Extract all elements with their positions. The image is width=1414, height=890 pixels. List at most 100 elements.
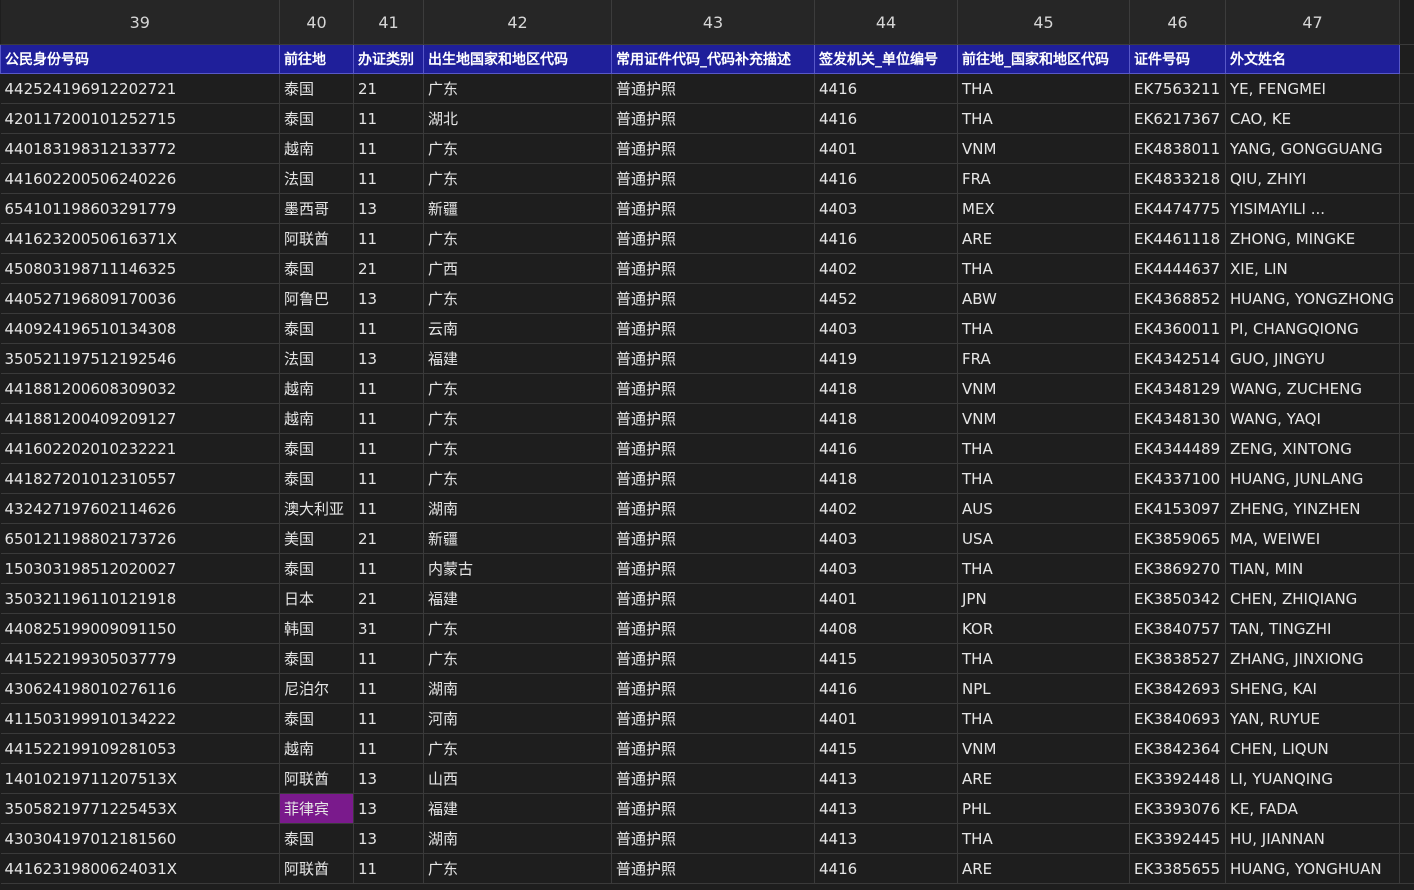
table-cell[interactable]: 440527196809170036 [0,283,280,314]
table-cell[interactable]: 4401 [814,703,958,734]
table-cell[interactable]: 11 [353,163,424,194]
table-cell[interactable]: 4419 [814,343,958,374]
table-cell[interactable]: 泰国 [279,253,354,284]
table-cell[interactable]: 350321196110121918 [0,583,280,614]
table-cell[interactable]: MEX [957,193,1130,224]
table-cell[interactable]: EK6217367 [1129,103,1226,134]
table-cell[interactable]: HUANG, YONGHUAN [1225,853,1400,884]
table-cell[interactable]: THA [957,643,1130,674]
table-cell[interactable]: VNM [957,133,1130,164]
table-cell[interactable]: TIAN, MIN [1225,553,1400,584]
table-cell[interactable]: 新疆 [423,523,612,554]
table-row[interactable]: 432427197602114626 澳大利亚 11 湖南 普通护照 4402 AUS EK4… [0,493,1414,524]
table-cell[interactable]: 4416 [814,853,958,884]
table-cell[interactable]: KOR [957,613,1130,644]
table-cell[interactable]: 内蒙古 [423,553,612,584]
table-cell[interactable]: 广东 [423,163,612,194]
table-cell[interactable]: YAN, RUYUE [1225,703,1400,734]
table-cell[interactable]: ZHANG, JINXIONG [1225,643,1400,674]
table-cell[interactable]: 4416 [814,103,958,134]
column-header[interactable]: 签发机关_单位编号 [814,44,958,74]
table-cell[interactable]: KE, FADA [1225,793,1400,824]
table-cell[interactable]: 泰国 [279,553,354,584]
table-cell[interactable]: 441827201012310557 [0,463,280,494]
table-cell[interactable]: 普通护照 [611,283,815,314]
table-cell[interactable]: 澳大利亚 [279,493,354,524]
table-row[interactable]: 350521197512192546 法国 13 福建 普通护照 4419 FRA EK434… [0,343,1414,374]
column-number[interactable]: 43 [611,0,815,45]
table-cell[interactable]: 21 [353,523,424,554]
table-cell[interactable]: 越南 [279,373,354,404]
table-cell[interactable]: 山西 [423,763,612,794]
table-row[interactable]: 150303198512020027 泰国 11 内蒙古 普通护照 4403 THA EK38… [0,553,1414,584]
table-cell[interactable]: CAO, KE [1225,103,1400,134]
table-cell[interactable]: 韩国 [279,613,354,644]
table-cell[interactable]: 21 [353,73,424,104]
table-cell[interactable]: 13 [353,343,424,374]
table-cell[interactable]: 4403 [814,523,958,554]
table-row[interactable]: 654101198603291779 墨西哥 13 新疆 普通护照 4403 MEX EK44… [0,193,1414,224]
table-cell[interactable]: 福建 [423,583,612,614]
table-cell[interactable]: 广东 [423,133,612,164]
table-row[interactable]: 440183198312133772 越南 11 广东 普通护照 4401 VNM EK483… [0,133,1414,164]
table-cell[interactable]: 441522199305037779 [0,643,280,674]
table-cell[interactable]: EK3869270 [1129,553,1226,584]
table-cell[interactable]: AUS [957,493,1130,524]
table-cell[interactable]: 4403 [814,313,958,344]
table-cell[interactable]: EK3385655 [1129,853,1226,884]
table-cell[interactable]: THA [957,553,1130,584]
table-cell[interactable]: 440183198312133772 [0,133,280,164]
table-cell[interactable]: EK3838527 [1129,643,1226,674]
table-cell[interactable]: 11 [353,313,424,344]
table-cell[interactable]: EK4444637 [1129,253,1226,284]
table-cell[interactable]: EK3842693 [1129,673,1226,704]
column-header[interactable]: 出生地国家和地区代码 [423,44,612,74]
table-row[interactable]: 44162319800624031X 阿联酋 11 广东 普通护照 4416 ARE EK33… [0,853,1414,884]
table-cell[interactable]: 4403 [814,553,958,584]
table-cell[interactable]: 泰国 [279,823,354,854]
table-cell[interactable]: 普通护照 [611,433,815,464]
table-cell[interactable]: 654101198603291779 [0,193,280,224]
table-cell[interactable]: EK4153097 [1129,493,1226,524]
table-cell[interactable]: THA [957,103,1130,134]
table-cell[interactable]: 普通护照 [611,493,815,524]
table-cell[interactable]: EK4337100 [1129,463,1226,494]
table-cell[interactable]: ZHENG, YINZHEN [1225,493,1400,524]
table-cell[interactable]: THA [957,313,1130,344]
table-cell[interactable]: USA [957,523,1130,554]
table-row[interactable]: 14010219711207513X 阿联酋 13 山西 普通护照 4413 ARE EK33… [0,763,1414,794]
table-cell[interactable]: 11 [353,463,424,494]
table-cell[interactable]: THA [957,703,1130,734]
table-cell[interactable]: 11 [353,703,424,734]
table-cell[interactable]: 阿联酋 [279,223,354,254]
table-cell[interactable]: 美国 [279,523,354,554]
table-cell[interactable]: 11 [353,553,424,584]
table-cell[interactable]: PI, CHANGQIONG [1225,313,1400,344]
table-cell[interactable]: 13 [353,283,424,314]
column-number[interactable]: 46 [1129,0,1226,45]
table-cell[interactable]: 越南 [279,733,354,764]
table-cell[interactable]: 新疆 [423,193,612,224]
table-cell[interactable]: 墨西哥 [279,193,354,224]
table-cell[interactable]: 4418 [814,403,958,434]
table-cell[interactable]: 普通护照 [611,673,815,704]
table-cell[interactable]: EK3840757 [1129,613,1226,644]
table-cell[interactable]: 4408 [814,613,958,644]
table-cell[interactable]: 普通护照 [611,163,815,194]
table-cell[interactable]: 441602202010232221 [0,433,280,464]
table-cell[interactable]: PHL [957,793,1130,824]
table-cell[interactable]: 普通护照 [611,313,815,344]
table-cell[interactable]: 11 [353,853,424,884]
table-cell[interactable]: 13 [353,793,424,824]
table-cell[interactable]: EK3840693 [1129,703,1226,734]
table-cell[interactable]: 福建 [423,793,612,824]
table-cell[interactable]: TAN, TINGZHI [1225,613,1400,644]
table-cell[interactable]: 普通护照 [611,763,815,794]
table-cell[interactable]: 广东 [423,403,612,434]
table-cell[interactable]: 4402 [814,493,958,524]
table-cell[interactable]: 广东 [423,853,612,884]
column-header[interactable]: 前往地 [279,44,354,74]
column-number[interactable]: 39 [0,0,280,45]
table-cell[interactable]: FRA [957,343,1130,374]
table-cell[interactable]: 福建 [423,343,612,374]
